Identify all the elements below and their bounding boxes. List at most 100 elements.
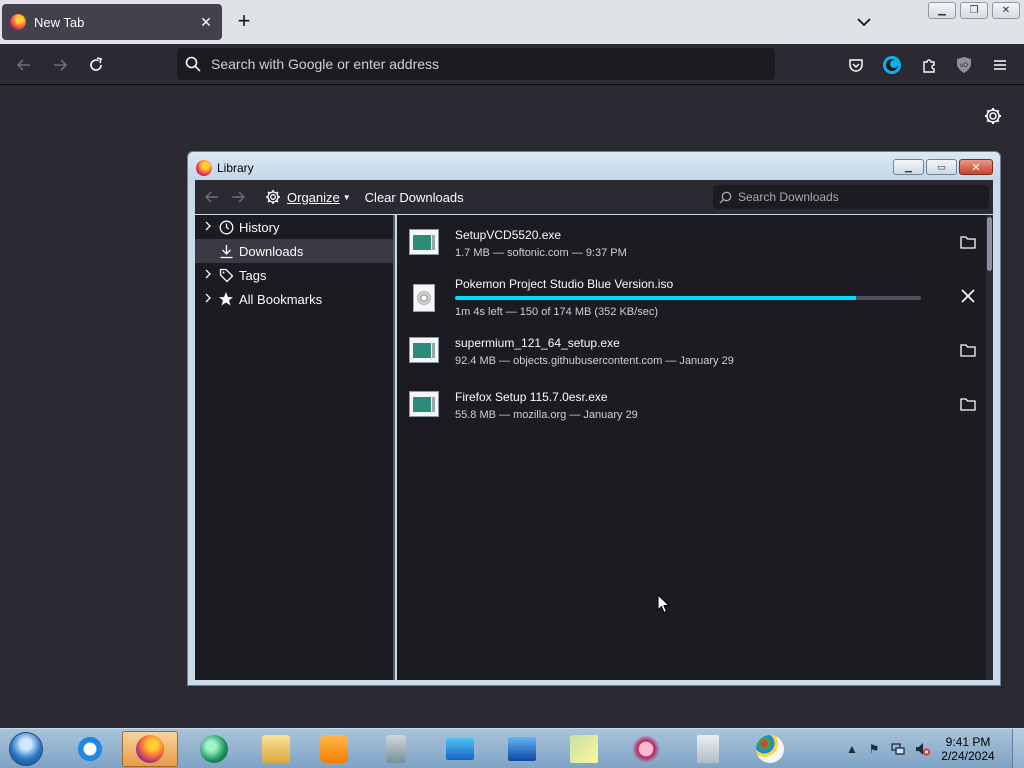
chevron-right-icon[interactable] [203,293,213,306]
clock-time: 9:41 PM [945,735,991,749]
chevron-down-icon [857,18,871,27]
pocket-icon [849,59,863,72]
sidebar-item-tags[interactable]: Tags [195,263,393,287]
show-in-folder-button[interactable] [957,339,979,361]
download-filename: Pokemon Project Studio Blue Version.iso [455,277,674,291]
gear-icon [266,190,280,204]
download-filename: Firefox Setup 115.7.0esr.exe [455,390,608,404]
show-hidden-icons-button[interactable]: ▲ [844,741,860,757]
downloads-scrollbar[interactable] [986,215,993,680]
taskbar-calculator[interactable] [680,731,736,767]
cancel-download-button[interactable] [957,285,979,307]
download-item[interactable]: supermium_121_64_setup.exe 92.4 MB — obj… [397,323,986,377]
library-search-box[interactable] [713,185,989,209]
library-close-button[interactable]: ✕ [959,159,993,175]
extensions-button[interactable] [918,54,940,76]
new-tab-button[interactable]: + [232,10,256,34]
taskbar-media-player[interactable] [306,731,362,767]
folder-icon [960,236,976,249]
gear-icon [985,108,1001,124]
ublock-button[interactable]: uO [953,54,975,76]
scrollbar-thumb[interactable] [987,217,992,271]
shield-icon: uO [957,57,971,73]
minimize-button[interactable]: ▁ [928,2,956,19]
download-status: 55.8 MB — mozilla.org — January 29 [455,409,638,421]
close-window-button[interactable]: ✕ [992,2,1020,19]
reload-button[interactable] [85,54,107,76]
library-minimize-button[interactable]: ▁ [893,159,924,175]
taskbar-sticky-notes[interactable] [556,731,612,767]
media-player-icon [320,735,348,763]
action-center-flag-icon[interactable]: ⚑ [866,741,882,757]
folder-icon [262,735,290,763]
taskbar-chat-app[interactable] [186,731,242,767]
library-maximize-button[interactable]: ▭ [926,159,957,175]
tab-bar: New Tab ✕ + ▁ ❐ ✕ [0,0,1024,44]
taskbar-archive-tool[interactable] [368,731,424,767]
disc-image-file-icon [413,284,435,312]
taskbar-paint[interactable] [742,731,798,767]
search-icon [185,56,201,72]
mouse-cursor-icon [657,594,671,614]
sidebar-item-label: All Bookmarks [239,291,323,307]
paint-palette-icon [756,735,784,763]
download-icon [218,243,234,259]
taskbar-network-tool[interactable] [494,731,550,767]
exe-file-icon [409,391,439,417]
app-menu-button[interactable] [989,54,1011,76]
taskbar-firefox[interactable] [122,731,178,767]
scissors-icon [632,735,660,763]
download-filename: supermium_121_64_setup.exe [455,336,620,350]
chat-bubble-icon [200,735,228,763]
library-forward-button[interactable] [227,186,249,208]
sticky-notes-icon [570,735,598,763]
download-item[interactable]: SetupVCD5520.exe 1.7 MB — softonic.com —… [397,215,986,269]
chevron-right-icon[interactable] [203,221,213,234]
download-progress-bar [455,296,921,300]
list-all-tabs-button[interactable] [852,11,876,33]
taskbar-remote-desktop[interactable] [432,731,488,767]
back-button[interactable] [13,54,35,76]
taskbar-internet-explorer[interactable] [62,731,118,767]
chevron-right-icon[interactable] [203,269,213,282]
restore-button[interactable]: ❐ [960,2,988,19]
show-desktop-button[interactable] [1012,729,1024,768]
library-titlebar[interactable]: Library ▁ ▭ ✕ [188,152,1000,180]
account-button[interactable] [881,54,903,76]
taskbar-file-explorer[interactable] [248,731,304,767]
tab-title: New Tab [34,14,85,30]
library-back-button[interactable] [201,186,223,208]
folder-icon [960,398,976,411]
download-item[interactable]: Firefox Setup 115.7.0esr.exe 55.8 MB — m… [397,377,986,431]
pocket-button[interactable] [845,54,867,76]
forward-button[interactable] [49,54,71,76]
cancel-icon [961,289,975,303]
close-tab-icon[interactable]: ✕ [198,14,214,30]
show-in-folder-button[interactable] [957,393,979,415]
sidebar-item-downloads[interactable]: Downloads [195,239,393,263]
url-input[interactable] [211,56,731,72]
show-in-folder-button[interactable] [957,231,979,253]
sidebar-item-history[interactable]: History [195,215,393,239]
taskbar: ▲ ⚑ 9:41 PM 2/24/2024 [0,728,1024,768]
url-bar[interactable] [177,48,775,80]
start-button[interactable] [4,730,48,768]
tab-new-tab[interactable]: New Tab ✕ [2,4,222,40]
download-filename: SetupVCD5520.exe [455,228,562,242]
sidebar-item-label: History [239,219,280,235]
organize-button[interactable]: Organize ▼ [265,189,351,205]
hamburger-menu-icon [994,60,1006,70]
clear-downloads-button[interactable]: Clear Downloads [365,190,464,205]
search-downloads-input[interactable] [738,190,978,204]
taskbar-clock[interactable]: 9:41 PM 2/24/2024 [928,735,1008,763]
sidebar-item-all-bookmarks[interactable]: All Bookmarks [195,287,393,311]
windows-logo-icon [9,732,43,766]
sidebar-item-label: Tags [239,267,267,283]
arrow-right-icon [54,59,68,71]
downloads-list: SetupVCD5520.exe 1.7 MB — softonic.com —… [397,215,986,680]
window-controls: ▁ ❐ ✕ [928,2,1020,19]
new-tab-settings-button[interactable] [983,106,1003,126]
puzzle-piece-icon [923,59,935,73]
network-icon[interactable] [890,741,906,757]
taskbar-snipping-tool[interactable] [618,731,674,767]
